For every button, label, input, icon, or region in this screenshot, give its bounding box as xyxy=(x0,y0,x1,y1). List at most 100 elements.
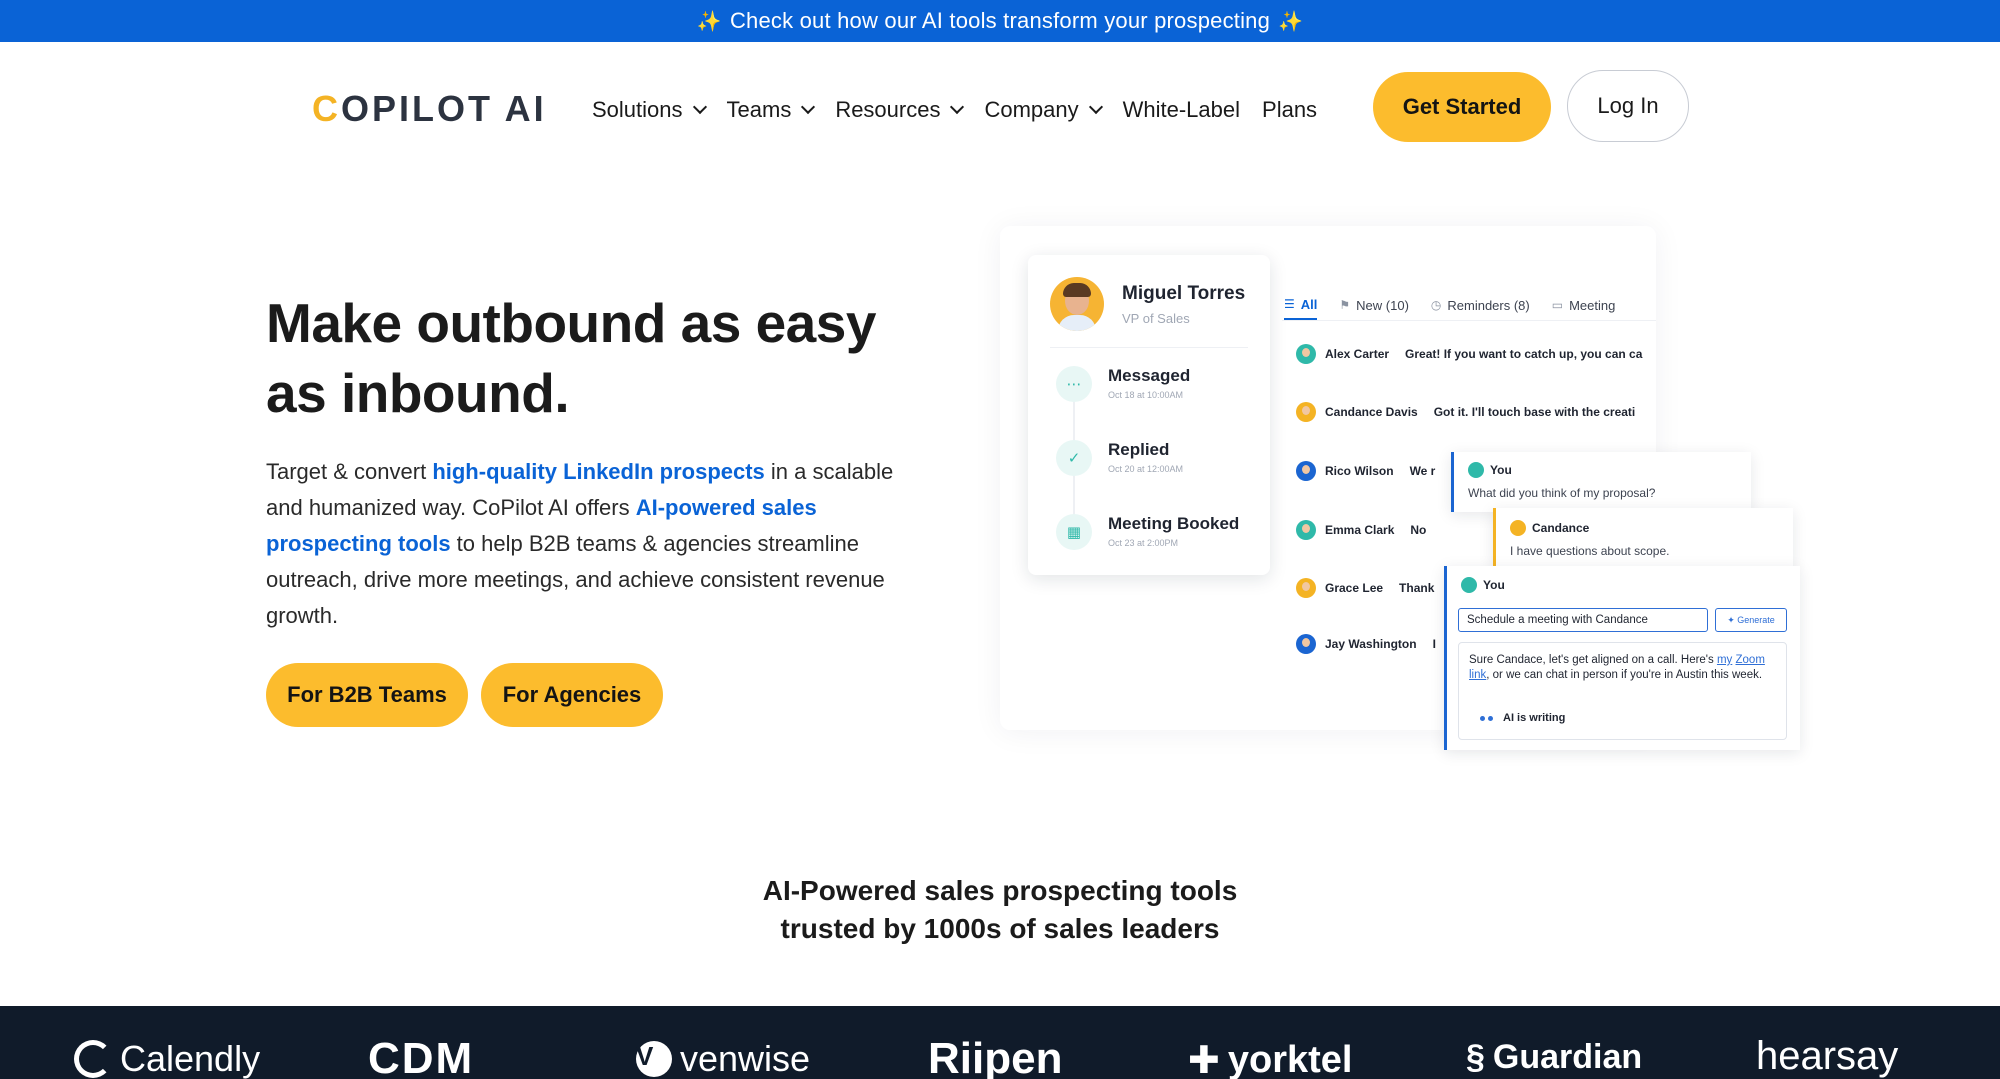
trust-line: trusted by 1000s of sales leaders xyxy=(780,913,1220,944)
contact-name: Emma Clark xyxy=(1325,523,1395,537)
linkedin-prospects-link[interactable]: high-quality LinkedIn prospects xyxy=(432,459,764,484)
draft-link[interactable]: my xyxy=(1717,654,1732,666)
trust-heading: AI-Powered sales prospecting tools trust… xyxy=(0,872,2000,948)
brand-name: CDM xyxy=(368,1034,475,1079)
sparkle-icon: ✨ xyxy=(696,10,722,33)
tab-label: All xyxy=(1300,296,1318,312)
sender-name: Candance xyxy=(1532,521,1590,535)
contact-name: Candance Davis xyxy=(1325,405,1418,419)
conversation-row[interactable]: Candance Davis Got it. I'll touch base wi… xyxy=(1282,390,1656,434)
site-header: C OPILOT AI Solutions Teams Resources Com… xyxy=(0,42,2000,170)
get-started-button[interactable]: Get Started xyxy=(1373,72,1551,142)
riipen-logo: Riipen xyxy=(928,1034,1062,1079)
avatar xyxy=(1461,577,1477,593)
prompt-input[interactable]: Schedule a meeting with Candance xyxy=(1458,608,1708,632)
announcement-bar[interactable]: ✨ Check out how our AI tools transform y… xyxy=(0,0,2000,42)
chat-bubble-you: You What did you think of my proposal? xyxy=(1451,452,1751,512)
check-circle-icon: ✓ xyxy=(1056,440,1092,476)
nav-plans[interactable]: Plans xyxy=(1262,97,1317,123)
ai-writing-label: AI is writing xyxy=(1503,712,1566,724)
tab-all[interactable]: ☰ All xyxy=(1284,290,1318,320)
logo-mark: C xyxy=(312,88,341,129)
tab-label: New (10) xyxy=(1356,297,1409,313)
timeline-time: Oct 18 at 10:00AM xyxy=(1108,390,1184,400)
profile-role: VP of Sales xyxy=(1122,311,1190,326)
sender-name: You xyxy=(1490,463,1512,477)
logo-text: OPILOT AI xyxy=(341,88,547,129)
b2b-teams-button[interactable]: For B2B Teams xyxy=(266,663,468,727)
chevron-down-icon xyxy=(692,99,707,115)
flag-icon: ⚑ xyxy=(1339,298,1351,312)
nav-resources[interactable]: Resources xyxy=(835,97,965,123)
message-preview: I xyxy=(1432,637,1436,651)
profile-name: Miguel Torres xyxy=(1122,283,1246,304)
timeline-time: Oct 20 at 12:00AM xyxy=(1108,464,1184,474)
chat-message: I have questions about scope. xyxy=(1510,544,1670,558)
nav-label: White-Label xyxy=(1122,97,1241,122)
guardian-logo: § Guardian xyxy=(1466,1038,1642,1077)
nav-teams[interactable]: Teams xyxy=(726,97,816,123)
draft-text: Sure Candace, let's get aligned on a cal… xyxy=(1469,654,1717,666)
draft-text: , or we can chat in person if you're in … xyxy=(1486,669,1763,681)
message-icon: ⋯ xyxy=(1056,366,1092,402)
login-button[interactable]: Log In xyxy=(1567,70,1689,142)
contact-name: Alex Carter xyxy=(1325,347,1390,361)
conversation-row[interactable]: Alex Carter Great! If you want to catch u… xyxy=(1282,332,1656,376)
timeline-label: Replied xyxy=(1108,440,1170,459)
calendar-icon: ▦ xyxy=(1056,514,1092,550)
nav-label: Solutions xyxy=(592,97,683,122)
avatar xyxy=(1296,461,1316,481)
tab-new[interactable]: ⚑ New (10) xyxy=(1339,290,1409,320)
page: ✨ Check out how our AI tools transform y… xyxy=(0,0,2000,1079)
avatar xyxy=(1296,520,1316,540)
brand-name: venwise xyxy=(680,1038,811,1079)
timeline-label: Meeting Booked xyxy=(1108,514,1240,533)
copilot-ai-logo[interactable]: C OPILOT AI xyxy=(312,88,547,130)
brand-name: hearsay xyxy=(1756,1034,1899,1078)
nav-label: Teams xyxy=(726,97,792,122)
timeline-label: Messaged xyxy=(1108,366,1191,385)
tab-meeting[interactable]: ▭ Meeting xyxy=(1552,290,1616,320)
nav-company[interactable]: Company xyxy=(984,97,1103,123)
hero-description: Target & convert high-quality LinkedIn p… xyxy=(266,454,926,634)
sparkle-icon: ✨ xyxy=(1278,10,1304,33)
divider xyxy=(1050,347,1248,348)
venwise-icon: V xyxy=(636,1041,672,1077)
timeline-time: Oct 23 at 2:00PM xyxy=(1108,538,1179,548)
inbox-tabs: ☰ All ⚑ New (10) ◷ Reminders (8) ▭ Meeting xyxy=(1284,290,1637,320)
yorktel-logo: ✚ yorktel xyxy=(1188,1038,1352,1079)
contact-name: Rico Wilson xyxy=(1325,464,1394,478)
cdm-logo: CDM xyxy=(368,1034,474,1079)
contact-name: Jay Washington xyxy=(1325,637,1417,651)
avatar xyxy=(1468,462,1484,478)
generate-button[interactable]: ✦ Generate xyxy=(1715,608,1787,632)
hero-text-part: Target & convert xyxy=(266,459,433,484)
calendly-logo: Calendly xyxy=(74,1038,260,1079)
nav-label: Company xyxy=(984,97,1079,122)
sender: You xyxy=(1461,577,1505,593)
calendly-icon xyxy=(74,1040,112,1078)
calendar-icon: ▭ xyxy=(1551,298,1564,312)
nav-white-label[interactable]: White-Label xyxy=(1123,97,1240,123)
clock-icon: ◷ xyxy=(1430,298,1442,312)
tab-reminders[interactable]: ◷ Reminders (8) xyxy=(1431,290,1530,320)
tab-label: Meeting xyxy=(1569,297,1616,313)
agencies-button[interactable]: For Agencies xyxy=(481,663,663,727)
nav-label: Plans xyxy=(1262,97,1318,122)
chat-bubble-candance: Candance I have questions about scope. xyxy=(1493,508,1793,568)
avatar xyxy=(1296,578,1316,598)
draft-message[interactable]: Sure Candace, let's get aligned on a cal… xyxy=(1458,642,1787,740)
trust-line: AI-Powered sales prospecting tools xyxy=(762,875,1238,906)
message-preview: Got it. I'll touch base with the creati xyxy=(1433,405,1636,419)
brand-name: Calendly xyxy=(120,1038,261,1079)
guardian-icon: § xyxy=(1466,1038,1485,1076)
brand-name: yorktel xyxy=(1227,1039,1353,1079)
divider xyxy=(1282,320,1656,321)
nav-solutions[interactable]: Solutions xyxy=(592,97,707,123)
sender: Candance xyxy=(1510,520,1589,536)
venwise-logo: Vvenwise xyxy=(636,1038,810,1079)
hearsay-logo: hearsay xyxy=(1756,1034,1898,1079)
avatar xyxy=(1510,520,1526,536)
tab-label: Reminders (8) xyxy=(1447,297,1530,313)
announcement-text: Check out how our AI tools transform you… xyxy=(729,8,1271,33)
